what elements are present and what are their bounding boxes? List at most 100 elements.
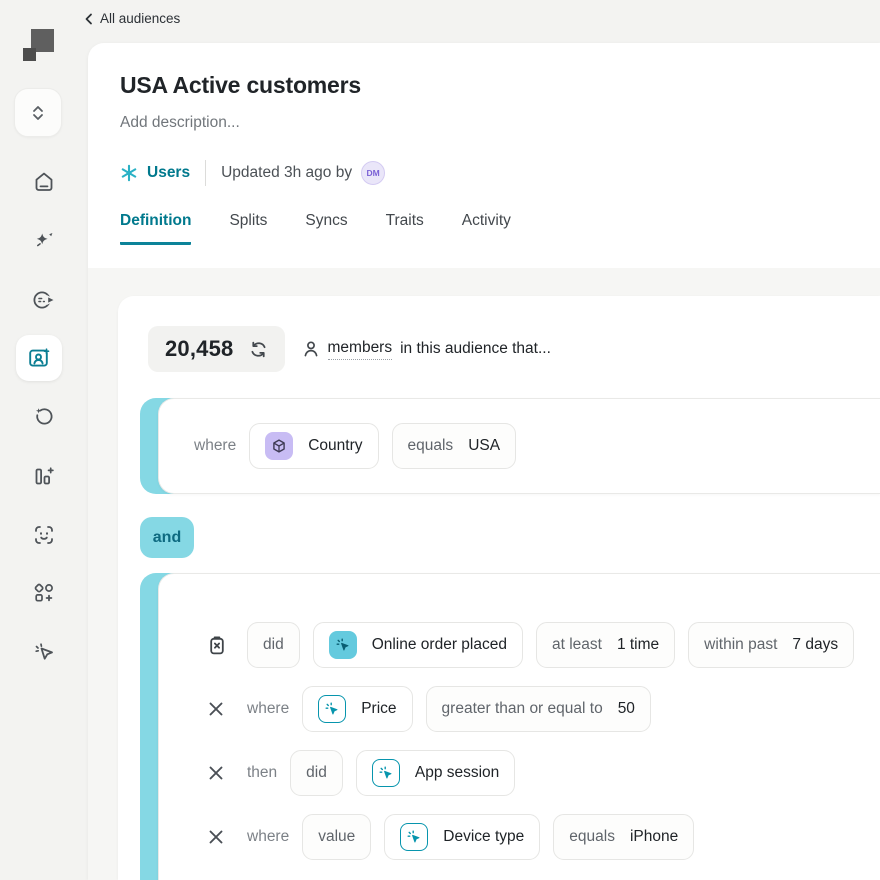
condition-label: where [247,700,289,718]
sidebar-item-home[interactable] [0,170,88,194]
property-label: Price [361,700,396,718]
window-value: 7 days [792,636,838,654]
sidebar-item-automations[interactable] [0,640,88,664]
workspace-switcher-button[interactable] [14,88,62,137]
sidebar-item-identity[interactable] [0,523,88,547]
operator-value: USA [468,437,500,455]
members-link[interactable]: members [328,339,393,360]
condition-group-2: did Online order placed [140,573,880,880]
member-count-pill: 20,458 [148,326,285,372]
operator-muted: greater than or equal to [442,700,603,718]
filter-row-price: where Price greater than or equ [206,686,880,732]
then-row: then did App session [206,750,880,796]
frequency-muted: at least [552,636,602,654]
filter-row-device: where value Device type [206,814,880,860]
frequency-value: 1 time [617,636,659,654]
verb-button[interactable]: did [247,622,300,668]
tab-traits[interactable]: Traits [386,212,424,245]
page-title: USA Active customers [120,72,880,99]
tab-activity[interactable]: Activity [462,212,511,245]
property-button-price[interactable]: Price [302,686,412,732]
tab-syncs[interactable]: Syncs [305,212,347,245]
condition-group-1: where Country equals [140,398,880,494]
operator-value: 50 [618,700,635,718]
operator-value: iPhone [630,828,678,846]
sidebar-item-analytics[interactable] [0,464,88,488]
time-window-button[interactable]: within past 7 days [688,622,854,668]
sidebar [0,0,88,880]
refresh-icon [249,340,268,359]
event-button-online-order[interactable]: Online order placed [313,622,523,668]
verb-label: did [306,764,327,782]
updated-text: Updated 3h ago by DM [221,161,385,185]
condition-label: where [247,828,289,846]
remove-filter-button[interactable] [206,699,234,719]
members-suffix: in this audience that... [400,340,551,358]
person-icon [302,340,320,358]
sidebar-item-assistant[interactable] [0,229,88,253]
remove-filter-button[interactable] [206,827,234,847]
chevron-up-down-icon [29,103,47,123]
value-type-button[interactable]: value [302,814,371,860]
entity-label: Users [147,164,190,182]
event-cursor-icon [329,631,357,659]
audience-card-icon [27,346,51,370]
definition-card: 20,458 members [118,296,880,880]
delete-condition-button[interactable] [206,634,234,657]
snowflake-icon [120,164,138,182]
event-cursor-icon [400,823,428,851]
sidebar-item-audiences[interactable] [16,335,62,381]
operator-button-country[interactable]: equals USA [392,423,517,469]
main-panel: USA Active customers Add description... … [88,43,880,880]
tab-splits[interactable]: Splits [229,212,267,245]
loop-sparkle-icon [32,405,56,429]
close-icon [206,763,226,783]
face-arrow-icon [31,288,57,312]
breadcrumb[interactable]: All audiences [84,11,180,26]
ai-sparkle-icon [32,229,56,253]
value-type-label: value [318,828,355,846]
event-button-app-session[interactable]: App session [356,750,515,796]
condition-label: then [247,764,277,782]
sidebar-item-catalog[interactable] [0,581,88,605]
operator-button-price[interactable]: greater than or equal to 50 [426,686,651,732]
remove-condition-button[interactable] [206,763,234,783]
event-cursor-icon [318,695,346,723]
home-icon [32,170,56,194]
window-muted: within past [704,636,777,654]
sidebar-item-profiles[interactable] [0,288,88,312]
property-button-country[interactable]: Country [249,423,378,469]
member-count: 20,458 [165,336,234,362]
property-button-device-type[interactable]: Device type [384,814,540,860]
sidebar-item-connections[interactable] [0,405,88,429]
refresh-button[interactable] [249,340,268,359]
operator-muted: equals [408,437,454,455]
verb-label: did [263,636,284,654]
operator-muted: equals [569,828,615,846]
event-label: Online order placed [372,636,507,654]
cube-icon [265,432,293,460]
breadcrumb-label: All audiences [100,11,180,26]
close-icon [206,699,226,719]
bar-chart-plus-icon [32,464,56,488]
definition-section: 20,458 members [88,268,880,880]
event-cursor-icon [372,759,400,787]
verb-button[interactable]: did [290,750,343,796]
operator-button-device-type[interactable]: equals iPhone [553,814,694,860]
frequency-button[interactable]: at least 1 time [536,622,675,668]
description-placeholder[interactable]: Add description... [120,114,880,132]
tab-definition[interactable]: Definition [120,212,191,245]
trash-icon [206,634,228,657]
entity-link[interactable]: Users [120,164,190,182]
close-icon [206,827,226,847]
members-line: members in this audience that... [302,339,551,360]
property-label: Device type [443,828,524,846]
property-label: Country [308,437,362,455]
meta-row: Users Updated 3h ago by DM [120,160,880,186]
shapes-plus-icon [32,581,56,605]
member-count-row: 20,458 members [148,326,880,372]
divider [205,160,206,186]
updated-label: Updated 3h ago by [221,164,352,182]
and-connector[interactable]: and [140,517,194,558]
avatar[interactable]: DM [361,161,385,185]
